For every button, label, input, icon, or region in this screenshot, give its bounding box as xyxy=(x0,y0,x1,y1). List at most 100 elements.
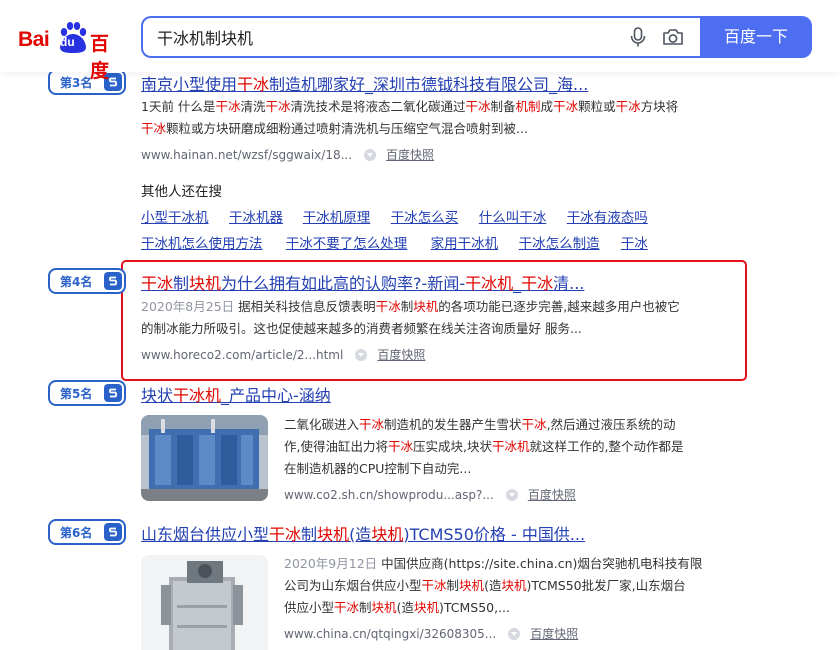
text-segment: 为什么拥有如此高的认购率?-新闻- xyxy=(221,274,466,293)
keyword-highlight: 块机 xyxy=(459,578,485,593)
related-search-link[interactable]: 干冰有液态吗 xyxy=(567,206,648,226)
result-date: 2020年8月25日 xyxy=(141,299,235,314)
text-segment: 中国供应商(https://site.china.cn)烟台突驰机电科技有限 xyxy=(381,556,703,571)
keyword-highlight: 干冰 xyxy=(215,99,241,114)
text-segment: 作,使得油缸出力将 xyxy=(284,439,388,454)
text-segment: 颗粒或 xyxy=(578,99,616,114)
snippet-line: 供应小型干冰制块机(造块机)TCMS50,... xyxy=(284,597,704,619)
related-search-link[interactable]: 干冰怎么制造 xyxy=(519,232,600,252)
search-input[interactable] xyxy=(157,27,597,46)
snippet-line: 1天前 什么是干冰清洗干冰清洗技术是将液态二氧化碳通过干冰制备机制成干冰颗粒或干… xyxy=(141,96,701,118)
rank-s-icon xyxy=(104,272,122,290)
rank-label: 第4名 xyxy=(60,275,93,289)
text-segment: 1天前 什么是 xyxy=(141,99,216,114)
dropdown-icon[interactable] xyxy=(505,489,518,501)
result-snippet: 2020年8月25日 据相关科技信息反馈表明干冰制块机的各项功能已逐步完善,越来越… xyxy=(141,296,701,340)
text-segment: 制造机的发生器产生雪状 xyxy=(384,417,522,432)
keyword-highlight: 干冰机 xyxy=(173,386,222,405)
keyword-highlight: 干冰 xyxy=(553,99,579,114)
search-button[interactable]: 百度一下 xyxy=(700,16,812,58)
snippet-line: 作,使得油缸出力将干冰压实成块,块状干冰机就这样工作的,整个动作都是 xyxy=(284,436,704,458)
text-segment: 方块将 xyxy=(640,99,679,114)
related-search-link[interactable]: 什么叫干冰 xyxy=(479,206,547,226)
text-segment: 的各项功能已逐步完善,越来越多用户也被它 xyxy=(438,299,680,314)
result-url[interactable]: www.co2.sh.cn/showprodu...asp?... xyxy=(284,488,494,502)
camera-icon[interactable] xyxy=(661,26,685,48)
snippet-line: 公司为山东烟台供应小型干冰制块机(造块机)TCMS50批发厂家,山东烟台 xyxy=(284,575,704,597)
result-meta: www.china.cn/qtqingxi/32608305... 百度快照 xyxy=(284,625,578,642)
result-snippet: 2020年9月12日 中国供应商(https://site.china.cn)烟台… xyxy=(284,553,704,619)
snippet-line: 干冰颗粒或方块研磨成细粉通过喷射清洗机与压缩空气混合喷射到被... xyxy=(141,118,701,140)
cache-link[interactable]: 百度快照 xyxy=(377,348,425,362)
result-snippet: 二氧化碳进入干冰制造机的发生器产生雪状干冰,然后通过液压系统的动 作,使得油缸出力… xyxy=(284,414,704,480)
result-meta: www.co2.sh.cn/showprodu...asp?... 百度快照 xyxy=(284,486,576,503)
text-segment: 的制冰能力所吸引。这也促使越来越多的消费者频繁在线关注咨询质量好 服务... xyxy=(141,321,582,336)
result-url[interactable]: www.china.cn/qtqingxi/32608305... xyxy=(284,627,496,641)
text-segment: 制 xyxy=(359,600,372,615)
text-segment: 公司为山东烟台供应小型 xyxy=(284,578,422,593)
cache-link[interactable]: 百度快照 xyxy=(386,148,434,162)
rank-label: 第6名 xyxy=(60,526,93,540)
text-segment: 南京小型使用 xyxy=(141,75,238,94)
text-segment: 制 xyxy=(446,578,460,593)
related-search-link[interactable]: 干冰怎么买 xyxy=(391,206,459,226)
result-meta: www.horeco2.com/article/2...html 百度快照 xyxy=(141,346,425,363)
related-search-link[interactable]: 干冰机原理 xyxy=(303,206,371,226)
keyword-highlight: 干冰 xyxy=(141,274,174,293)
cache-link[interactable]: 百度快照 xyxy=(528,488,576,502)
text-segment: ,然后通过液压系统的动 xyxy=(546,417,676,432)
result-thumbnail-machine-image[interactable] xyxy=(141,415,268,501)
keyword-highlight: 块机 xyxy=(413,600,439,615)
text-segment: )TCMS50批发厂家,山东烟台 xyxy=(526,578,686,593)
result-title[interactable]: 南京小型使用干冰制造机哪家好_深圳市德钺科技有限公司_海... xyxy=(141,71,588,95)
keyword-highlight: 机制 xyxy=(515,99,541,114)
dropdown-icon[interactable] xyxy=(508,628,521,640)
header: Bai du 百度 百度一下 xyxy=(0,0,840,82)
baidu-logo[interactable]: Bai du 百度 xyxy=(18,20,124,82)
keyword-highlight: 干冰 xyxy=(375,299,401,314)
keyword-highlight: 干冰 xyxy=(521,274,554,293)
keyword-highlight: 干冰机 xyxy=(465,274,514,293)
dropdown-icon[interactable] xyxy=(364,149,377,161)
keyword-highlight: 干冰 xyxy=(421,578,447,593)
dropdown-icon[interactable] xyxy=(355,349,368,361)
keyword-highlight: 块机 xyxy=(371,600,397,615)
keyword-highlight: 块机 xyxy=(501,578,527,593)
keyword-highlight: 干冰 xyxy=(141,121,167,136)
text-segment: 制造机哪家好_深圳市德钺科技有限公司_海... xyxy=(269,75,589,94)
keyword-highlight: 干冰 xyxy=(387,439,413,454)
text-segment: (造 xyxy=(396,600,414,615)
text-segment: _产品中心-涵纳 xyxy=(221,386,331,405)
related-search-link[interactable]: 干冰不要了怎么处理 xyxy=(286,232,408,252)
related-search-link[interactable]: 干冰 xyxy=(621,232,648,252)
related-search-link[interactable]: 家用干冰机 xyxy=(431,232,499,252)
text-segment: 清洗 xyxy=(240,99,266,114)
cache-link[interactable]: 百度快照 xyxy=(530,627,578,641)
text-segment: 据相关科技信息反馈表明 xyxy=(238,299,376,314)
others-search-title: 其他人还在搜 xyxy=(141,184,222,200)
text-segment: 制 xyxy=(400,299,414,314)
keyword-highlight: 干冰 xyxy=(465,99,491,114)
keyword-highlight: 干冰 xyxy=(521,417,547,432)
keyword-highlight: 干冰 xyxy=(269,525,302,544)
result-url[interactable]: www.horeco2.com/article/2...html xyxy=(141,348,343,362)
related-search-link[interactable]: 干冰机怎么使用方法 xyxy=(141,232,263,252)
result-title[interactable]: 干冰制块机为什么拥有如此高的认购率?-新闻-干冰机_干冰清... xyxy=(141,270,584,294)
result-url[interactable]: www.hainan.net/wzsf/sggwaix/18... xyxy=(141,148,352,162)
result-thumbnail-machine-image[interactable] xyxy=(141,555,268,650)
rank-badge: 第5名 xyxy=(48,380,126,406)
text-segment: 块状 xyxy=(141,386,174,405)
search-box xyxy=(141,16,702,58)
microphone-icon[interactable] xyxy=(627,26,649,48)
rank-s-icon xyxy=(104,384,122,402)
result-title[interactable]: 山东烟台供应小型干冰制块机(造块机)TCMS50价格 - 中国供... xyxy=(141,521,585,545)
result-title[interactable]: 块状干冰机_产品中心-涵纳 xyxy=(141,382,331,406)
related-search-link[interactable]: 干冰机器 xyxy=(229,206,283,226)
keyword-highlight: 块机 xyxy=(413,299,439,314)
related-search-link[interactable]: 小型干冰机 xyxy=(141,206,209,226)
keyword-highlight: 干冰机 xyxy=(491,439,530,454)
keyword-highlight: 块机 xyxy=(189,274,222,293)
text-segment: 就这样工作的,整个动作都是 xyxy=(529,439,684,454)
text-segment: _ xyxy=(513,274,522,293)
text-segment: 制 xyxy=(173,274,190,293)
